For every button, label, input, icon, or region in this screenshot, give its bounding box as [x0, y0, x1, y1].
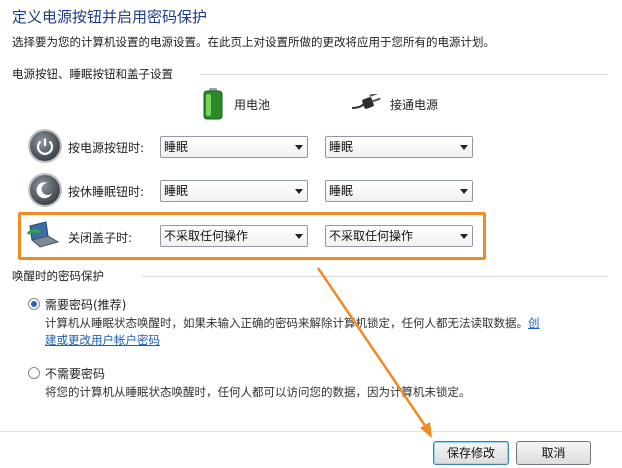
annotation-arrow	[316, 267, 432, 438]
